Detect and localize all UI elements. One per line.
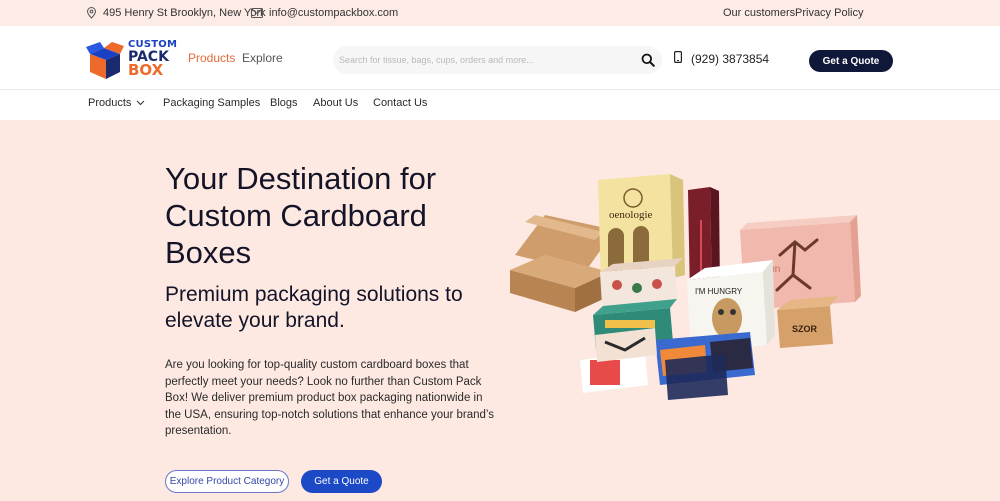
subnav-item-products[interactable]: Products	[88, 97, 145, 109]
main-header: CUSTOM PACK BOX Products Explore (929) 3…	[0, 26, 1000, 89]
link-our-customers[interactable]: Our customers	[723, 7, 795, 19]
hungry-label: I'M HUNGRY	[695, 287, 743, 296]
subnav-item-blogs[interactable]: Blogs	[270, 97, 298, 109]
hero-subtitle: Premium packaging solutions to elevate y…	[165, 283, 463, 332]
logo-box-icon	[86, 42, 124, 79]
mail-icon	[251, 8, 263, 18]
link-our-customers-label[interactable]: Our customers	[723, 7, 795, 19]
search-input[interactable]	[339, 46, 629, 74]
szor-box-illustration: SZOR	[777, 296, 838, 348]
oenologie-label: oenologie	[609, 209, 652, 221]
top-info-bar: 495 Henry St Brooklyn, New York info@cus…	[0, 0, 1000, 26]
subnav-item-contact-us[interactable]: Contact Us	[373, 97, 427, 109]
address-text: 495 Henry St Brooklyn, New York	[103, 7, 266, 19]
email[interactable]: info@custompackbox.com	[251, 7, 398, 19]
explore-product-category-button[interactable]: Explore Product Category	[165, 470, 289, 493]
search-icon[interactable]	[641, 53, 655, 72]
kraft-box-illustration	[510, 215, 615, 312]
product-boxes-image: oenologie fitforfun I'M	[510, 174, 861, 400]
logo[interactable]: CUSTOM PACK BOX	[86, 40, 177, 80]
phone-contact[interactable]: (929) 3873854	[674, 51, 769, 66]
get-quote-button-header[interactable]: Get a Quote	[809, 50, 893, 72]
hero-section: Your Destination for Custom Cardboard Bo…	[0, 120, 1000, 501]
hero-title: Your Destination for Custom Cardboard Bo…	[165, 161, 437, 270]
secondary-nav: Products Packaging Samples Blogs About U…	[0, 89, 1000, 120]
chevron-down-icon[interactable]	[136, 97, 145, 109]
subnav-item-products-label[interactable]: Products	[88, 97, 131, 109]
link-privacy-policy-label[interactable]: Privacy Policy	[795, 7, 863, 19]
location-pin-icon	[86, 7, 97, 19]
szor-label: SZOR	[792, 324, 818, 334]
address: 495 Henry St Brooklyn, New York	[86, 7, 266, 19]
nav-explore[interactable]: Explore	[242, 51, 283, 65]
subnav-item-packaging-samples[interactable]: Packaging Samples	[163, 97, 260, 109]
logo-line-3: BOX	[128, 61, 164, 79]
nav-products[interactable]: Products	[188, 51, 235, 65]
phone-icon	[674, 51, 683, 66]
link-privacy-policy[interactable]: Privacy Policy	[795, 7, 863, 19]
get-quote-button-hero[interactable]: Get a Quote	[301, 470, 382, 493]
subnav-item-about-us[interactable]: About Us	[313, 97, 358, 109]
email-text[interactable]: info@custompackbox.com	[269, 7, 398, 19]
search-bar[interactable]	[333, 46, 662, 74]
hero-description: Are you looking for top-quality custom c…	[165, 359, 495, 438]
floral-box-illustration	[600, 258, 683, 306]
logo-wordmark: CUSTOM PACK BOX	[128, 40, 177, 78]
phone-number[interactable]: (929) 3873854	[691, 52, 769, 66]
